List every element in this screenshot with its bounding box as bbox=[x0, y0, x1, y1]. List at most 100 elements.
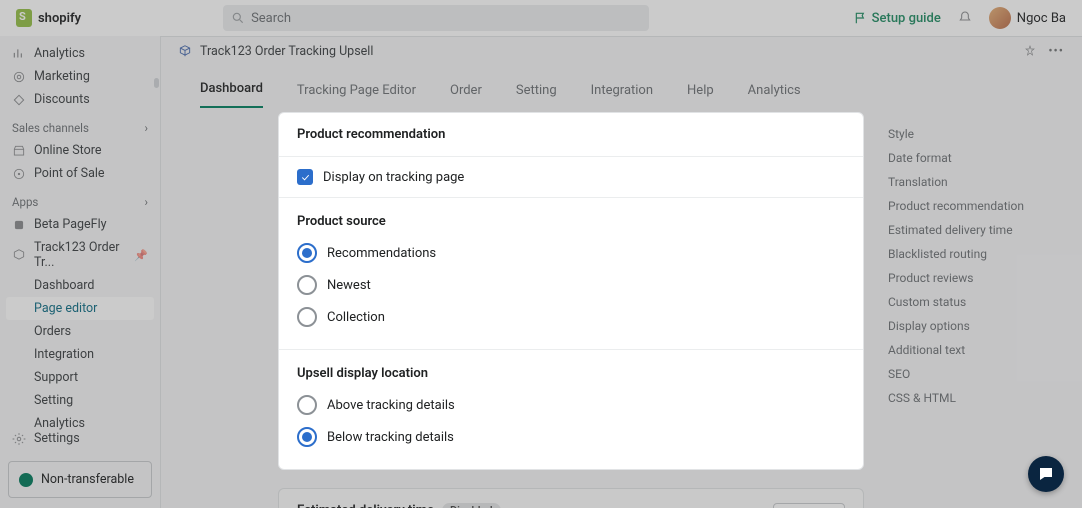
sidebar-item-label: Beta PageFly bbox=[34, 217, 107, 232]
est-title: Estimated delivery time bbox=[297, 503, 434, 508]
sidebar-sub-integration[interactable]: Integration bbox=[0, 343, 160, 366]
settings-side-nav: Style Date format Translation Product re… bbox=[888, 112, 1058, 488]
estimated-delivery-card: Estimated delivery time Disabled Set an … bbox=[278, 488, 864, 508]
sidebar-item-label: Track123 Order Tr... bbox=[34, 240, 126, 270]
radio-recommendations[interactable]: Recommendations bbox=[297, 237, 845, 269]
checkbox-checked-icon bbox=[297, 169, 313, 185]
radio-off-icon bbox=[297, 307, 317, 327]
tab-tracking-page-editor[interactable]: Tracking Page Editor bbox=[297, 83, 416, 108]
sidebar-item-discounts[interactable]: Discounts bbox=[0, 88, 160, 111]
chevron-right-icon: › bbox=[145, 195, 148, 209]
radio-off-icon bbox=[297, 275, 317, 295]
bell-icon[interactable] bbox=[957, 10, 973, 26]
chat-icon bbox=[1037, 465, 1055, 483]
chat-widget-button[interactable] bbox=[1028, 456, 1064, 492]
tab-integration[interactable]: Integration bbox=[591, 83, 653, 108]
pos-icon bbox=[12, 167, 26, 181]
more-icon[interactable]: ••• bbox=[1048, 44, 1064, 59]
sidebar-section-apps[interactable]: Apps› bbox=[0, 185, 160, 213]
rnav-seo[interactable]: SEO bbox=[888, 362, 1058, 386]
sidebar-item-label: Online Store bbox=[34, 143, 101, 158]
rnav-style[interactable]: Style bbox=[888, 122, 1058, 146]
store-icon bbox=[12, 144, 26, 158]
app-icon bbox=[12, 248, 26, 262]
top-header: shopify Search Setup guide Ngoc Ba bbox=[0, 0, 1082, 37]
rnav-translation[interactable]: Translation bbox=[888, 170, 1058, 194]
rnav-product-reviews[interactable]: Product reviews bbox=[888, 266, 1058, 290]
cube-icon bbox=[178, 44, 192, 58]
pin-icon: 📌 bbox=[134, 249, 148, 262]
sidebar-section-sales-channels[interactable]: Sales channels› bbox=[0, 111, 160, 139]
radio-collection[interactable]: Collection bbox=[297, 301, 845, 333]
sidebar-item-label: Settings bbox=[34, 431, 80, 446]
search-placeholder: Search bbox=[251, 11, 291, 26]
search-icon bbox=[231, 11, 245, 25]
radio-label: Above tracking details bbox=[327, 398, 455, 413]
display-on-tracking-checkbox[interactable]: Display on tracking page bbox=[297, 169, 845, 185]
radio-above-details[interactable]: Above tracking details bbox=[297, 389, 845, 421]
sidebar-item-label: Marketing bbox=[34, 69, 90, 84]
breadcrumb: Track123 Order Tracking Upsell ••• bbox=[160, 36, 1082, 66]
breadcrumb-title: Track123 Order Tracking Upsell bbox=[200, 44, 373, 59]
sidebar-sub-setting[interactable]: Setting bbox=[0, 389, 160, 412]
non-transferable-banner[interactable]: Non-transferable bbox=[8, 461, 152, 498]
info-icon bbox=[19, 473, 33, 487]
rnav-estimated-delivery[interactable]: Estimated delivery time bbox=[888, 218, 1058, 242]
rnav-custom-status[interactable]: Custom status bbox=[888, 290, 1058, 314]
shopify-bag-icon bbox=[16, 9, 32, 27]
card-title: Product recommendation bbox=[279, 113, 863, 157]
sidebar-settings[interactable]: Settings bbox=[0, 427, 160, 450]
upsell-location-heading: Upsell display location bbox=[297, 366, 845, 381]
radio-newest[interactable]: Newest bbox=[297, 269, 845, 301]
tab-dashboard[interactable]: Dashboard bbox=[200, 81, 263, 108]
radio-label: Below tracking details bbox=[327, 430, 454, 445]
rnav-product-recommendation[interactable]: Product recommendation bbox=[888, 194, 1058, 218]
sidebar-sub-page-editor[interactable]: Page editor bbox=[6, 297, 154, 320]
tab-help[interactable]: Help bbox=[687, 83, 714, 108]
sidebar-item-pos[interactable]: Point of Sale bbox=[0, 162, 160, 185]
scrollbar-thumb[interactable] bbox=[154, 78, 159, 88]
product-source-heading: Product source bbox=[297, 214, 845, 229]
avatar bbox=[989, 7, 1011, 29]
analytics-icon bbox=[12, 47, 26, 61]
tab-order[interactable]: Order bbox=[450, 83, 482, 108]
pin-icon[interactable] bbox=[1024, 45, 1036, 57]
rnav-css-html[interactable]: CSS & HTML bbox=[888, 386, 1058, 410]
search-input[interactable]: Search bbox=[223, 5, 649, 31]
sidebar-sub-support[interactable]: Support bbox=[0, 366, 160, 389]
left-sidebar: Analytics Marketing Discounts Sales chan… bbox=[0, 36, 161, 508]
chevron-right-icon: › bbox=[145, 121, 148, 135]
shopify-logo[interactable]: shopify bbox=[16, 9, 81, 27]
app-icon bbox=[12, 218, 26, 232]
gear-icon bbox=[12, 432, 26, 446]
sidebar-item-analytics[interactable]: Analytics bbox=[0, 42, 160, 65]
sidebar-item-pagefly[interactable]: Beta PageFly bbox=[0, 213, 160, 236]
checkbox-label: Display on tracking page bbox=[323, 170, 464, 185]
sidebar-item-marketing[interactable]: Marketing bbox=[0, 65, 160, 88]
user-menu[interactable]: Ngoc Ba bbox=[989, 7, 1066, 29]
app-tabs: Dashboard Tracking Page Editor Order Set… bbox=[160, 66, 1082, 109]
marketing-icon bbox=[12, 70, 26, 84]
enable-button[interactable]: Enable bbox=[773, 503, 845, 508]
non-transferable-label: Non-transferable bbox=[41, 472, 134, 487]
setup-guide-label: Setup guide bbox=[872, 11, 941, 26]
tab-setting[interactable]: Setting bbox=[516, 83, 557, 108]
sidebar-item-label: Discounts bbox=[34, 92, 90, 107]
rnav-blacklisted-routing[interactable]: Blacklisted routing bbox=[888, 242, 1058, 266]
radio-label: Recommendations bbox=[327, 246, 436, 261]
rnav-display-options[interactable]: Display options bbox=[888, 314, 1058, 338]
sidebar-sub-dashboard[interactable]: Dashboard bbox=[0, 274, 160, 297]
radio-label: Collection bbox=[327, 310, 385, 325]
sidebar-item-track123[interactable]: Track123 Order Tr... 📌 bbox=[0, 236, 160, 274]
sidebar-item-online-store[interactable]: Online Store bbox=[0, 139, 160, 162]
setup-guide-link[interactable]: Setup guide bbox=[854, 11, 941, 26]
sidebar-item-label: Analytics bbox=[34, 46, 85, 61]
radio-on-icon bbox=[297, 243, 317, 263]
rnav-additional-text[interactable]: Additional text bbox=[888, 338, 1058, 362]
sidebar-sub-orders[interactable]: Orders bbox=[0, 320, 160, 343]
radio-on-icon bbox=[297, 427, 317, 447]
radio-below-details[interactable]: Below tracking details bbox=[297, 421, 845, 453]
sidebar-item-label: Point of Sale bbox=[34, 166, 105, 181]
rnav-date-format[interactable]: Date format bbox=[888, 146, 1058, 170]
tab-analytics[interactable]: Analytics bbox=[748, 83, 801, 108]
